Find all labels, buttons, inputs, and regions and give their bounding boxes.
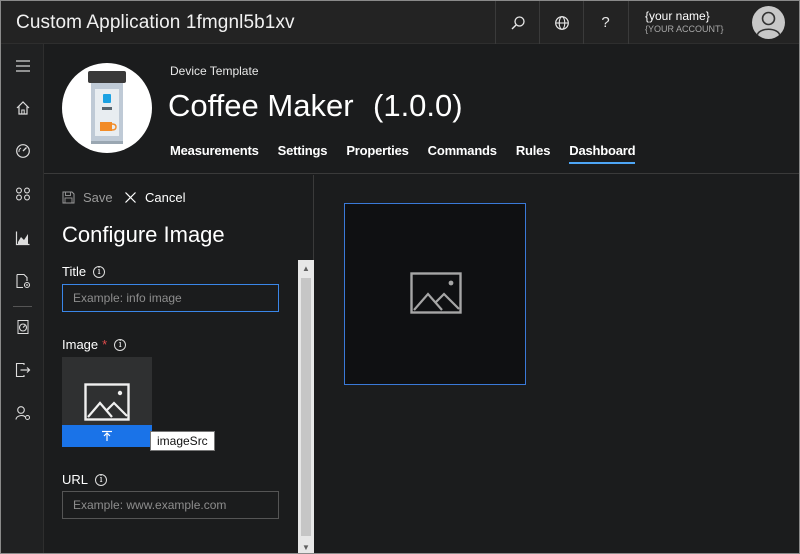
configure-image-panel: Save Cancel Configure Image Title i Imag… xyxy=(44,175,314,553)
device-template-icon xyxy=(15,273,30,289)
app-title: Custom Application 1fmgnl5b1xv xyxy=(16,12,295,33)
scrollbar-thumb[interactable] xyxy=(301,278,311,536)
help-button[interactable]: ? xyxy=(583,1,627,44)
image-tile[interactable] xyxy=(344,203,526,385)
nav-menu-toggle[interactable] xyxy=(1,48,44,84)
nav-analytics[interactable] xyxy=(1,220,44,256)
tab-rules[interactable]: Rules xyxy=(516,143,551,164)
info-icon[interactable]: i xyxy=(114,338,127,351)
url-label-text: URL xyxy=(62,472,89,487)
template-version: (1.0.0) xyxy=(373,88,463,123)
tab-measurements[interactable]: Measurements xyxy=(170,143,259,164)
info-icon[interactable]: i xyxy=(95,473,108,486)
info-icon[interactable]: i xyxy=(93,265,106,278)
title-label-text: Title xyxy=(62,264,87,279)
save-icon xyxy=(62,191,75,204)
account-name: {your name} xyxy=(645,9,710,23)
tab-settings[interactable]: Settings xyxy=(278,143,328,164)
help-icon: ? xyxy=(601,14,610,31)
url-field-label: URL i xyxy=(62,472,108,487)
scroll-up-arrow[interactable]: ▲ xyxy=(298,261,314,275)
image-placeholder-icon xyxy=(84,383,130,421)
title-input[interactable] xyxy=(62,284,279,312)
tab-dashboard[interactable]: Dashboard xyxy=(569,143,636,164)
page-header: Device Template Coffee Maker (1.0.0) Mea… xyxy=(44,44,799,174)
nav-device-sets[interactable] xyxy=(1,309,44,345)
panel-title: Configure Image xyxy=(62,222,225,247)
save-button[interactable]: Save xyxy=(62,190,113,205)
user-settings-icon xyxy=(14,406,30,420)
cancel-button[interactable]: Cancel xyxy=(124,190,185,205)
title-field-label: Title i xyxy=(62,264,106,279)
account-menu[interactable]: {your name} {YOUR ACCOUNT} xyxy=(628,1,799,44)
save-label: Save xyxy=(83,190,113,205)
search-icon xyxy=(511,15,525,29)
coffee-maker-image xyxy=(88,71,126,144)
search-button[interactable] xyxy=(495,1,539,44)
required-indicator: * xyxy=(102,337,108,352)
nav-separator xyxy=(13,306,32,307)
upload-icon xyxy=(102,430,112,441)
nav-devices[interactable] xyxy=(1,176,44,212)
language-button[interactable] xyxy=(539,1,583,44)
top-bar: Custom Application 1fmgnl5b1xv ? {your n… xyxy=(1,1,799,44)
globe-icon xyxy=(554,15,569,30)
tab-commands[interactable]: Commands xyxy=(428,143,497,164)
home-icon xyxy=(16,101,29,115)
gauge-document-icon xyxy=(17,320,28,334)
tab-properties[interactable]: Properties xyxy=(346,143,409,164)
upload-button[interactable] xyxy=(62,425,152,447)
account-subtitle: {YOUR ACCOUNT} xyxy=(645,24,724,34)
scroll-down-arrow[interactable]: ▼ xyxy=(298,540,314,553)
export-icon xyxy=(15,362,30,378)
user-avatar-icon xyxy=(756,11,781,37)
template-tabs: Measurements Settings Properties Command… xyxy=(170,143,654,164)
page-title: Coffee Maker xyxy=(168,88,354,123)
image-field-label: Image * i xyxy=(62,337,127,352)
image-placeholder-icon xyxy=(410,272,462,314)
nav-device-templates[interactable] xyxy=(1,263,44,299)
dashboard-gauge-icon xyxy=(15,144,30,158)
breadcrumb[interactable]: Device Template xyxy=(170,64,259,78)
analytics-chart-icon xyxy=(15,231,29,246)
url-input[interactable] xyxy=(62,491,279,519)
image-label-text: Image xyxy=(62,337,99,352)
app-window: Custom Application 1fmgnl5b1xv ? {your n… xyxy=(0,0,800,554)
avatar[interactable] xyxy=(752,6,785,39)
nav-administration[interactable] xyxy=(1,395,44,431)
close-icon xyxy=(125,192,136,203)
menu-icon xyxy=(15,60,30,72)
panel-scrollbar[interactable]: ▲ ▼ xyxy=(298,260,314,553)
device-template-image xyxy=(62,63,152,153)
image-src-tooltip: imageSrc xyxy=(150,431,215,451)
left-navigation xyxy=(1,44,44,553)
cancel-label: Cancel xyxy=(145,190,186,205)
nav-home[interactable] xyxy=(1,90,44,126)
nav-export[interactable] xyxy=(1,352,44,388)
dashboard-canvas xyxy=(315,175,799,553)
apps-grid-icon xyxy=(15,187,30,201)
image-upload-area[interactable] xyxy=(62,357,152,447)
nav-dashboards[interactable] xyxy=(1,133,44,169)
